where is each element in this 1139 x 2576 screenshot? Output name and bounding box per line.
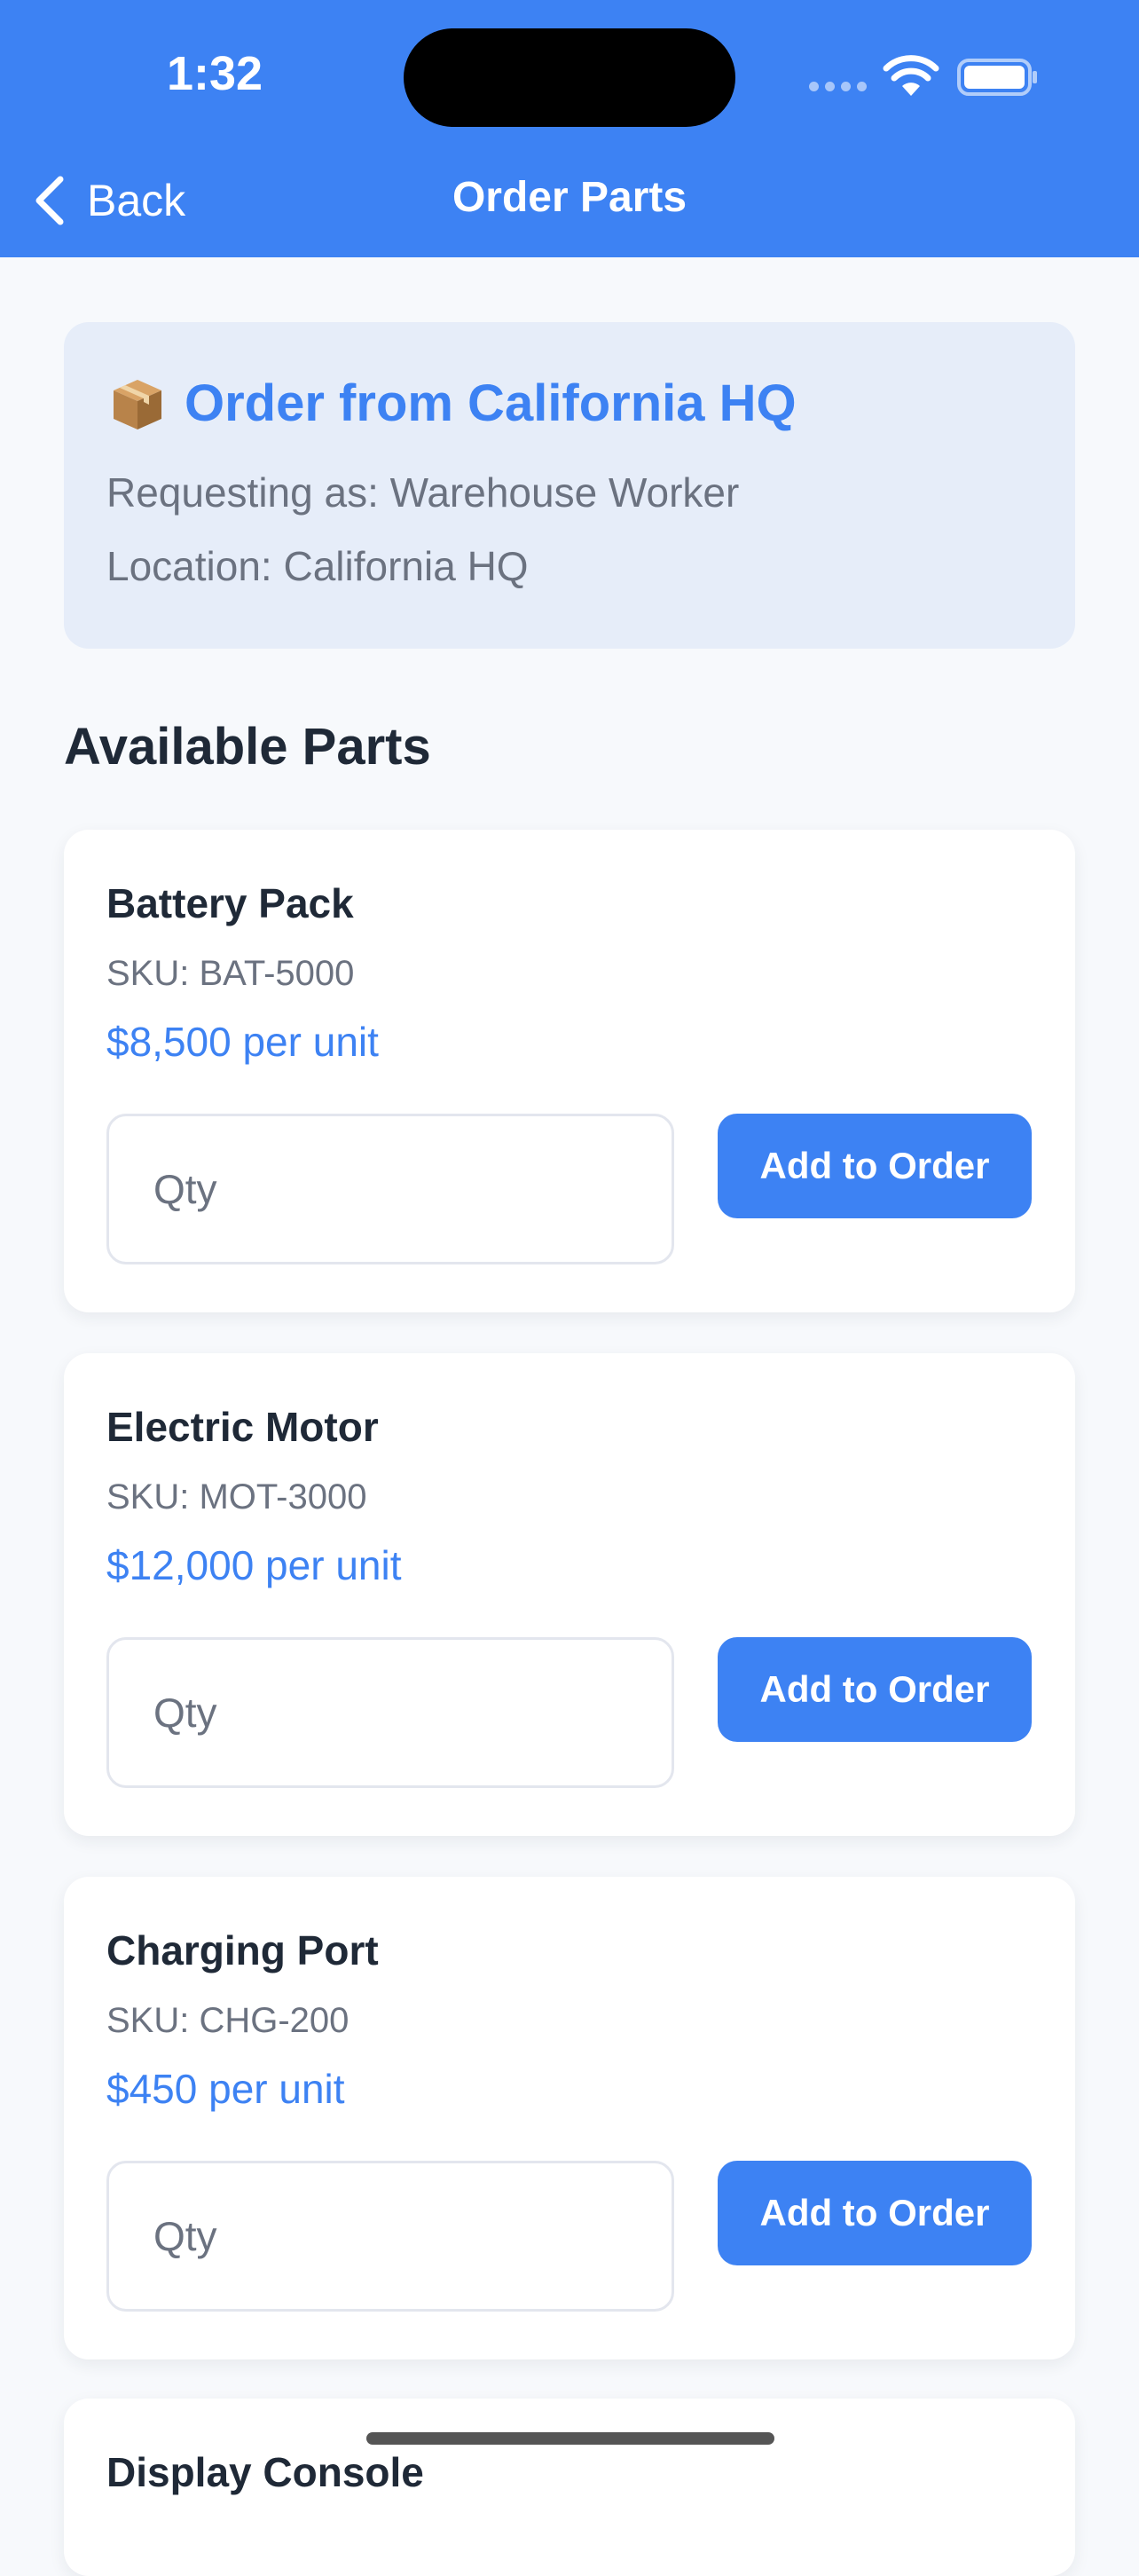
section-title: Available Parts bbox=[64, 718, 431, 776]
part-name: Battery Pack bbox=[106, 880, 354, 926]
part-name: Charging Port bbox=[106, 1927, 379, 1973]
qty-input[interactable] bbox=[106, 2161, 674, 2312]
part-card-battery-pack: Battery Pack SKU: BAT-5000 $8,500 per un… bbox=[64, 830, 1075, 1312]
dynamic-island bbox=[404, 28, 735, 127]
part-name: Display Console bbox=[106, 2449, 424, 2495]
part-price: $450 per unit bbox=[106, 2066, 345, 2112]
cellular-signal-icon bbox=[809, 82, 868, 92]
location-text: Location: California HQ bbox=[106, 543, 529, 589]
add-to-order-button[interactable]: Add to Order bbox=[718, 1637, 1032, 1742]
part-name: Electric Motor bbox=[106, 1404, 379, 1450]
qty-input[interactable] bbox=[106, 1114, 674, 1264]
part-card-electric-motor: Electric Motor SKU: MOT-3000 $12,000 per… bbox=[64, 1353, 1075, 1836]
part-card-charging-port: Charging Port SKU: CHG-200 $450 per unit… bbox=[64, 1877, 1075, 2359]
info-title: Order from California HQ bbox=[185, 374, 797, 432]
wifi-icon bbox=[883, 55, 939, 96]
part-price: $12,000 per unit bbox=[106, 1542, 402, 1588]
add-to-order-button[interactable]: Add to Order bbox=[718, 1114, 1032, 1218]
home-indicator[interactable] bbox=[366, 2432, 774, 2445]
order-info-card: Order from California HQ Requesting as: … bbox=[64, 322, 1075, 649]
requesting-as-text: Requesting as: Warehouse Worker bbox=[106, 469, 740, 516]
part-sku: SKU: BAT-5000 bbox=[106, 954, 355, 993]
qty-input[interactable] bbox=[106, 1637, 674, 1788]
part-price: $8,500 per unit bbox=[106, 1019, 379, 1065]
status-time: 1:32 bbox=[167, 47, 263, 100]
part-sku: SKU: MOT-3000 bbox=[106, 1477, 367, 1516]
package-icon bbox=[114, 379, 161, 429]
battery-icon bbox=[957, 59, 1037, 96]
part-card-display-console: Display Console bbox=[64, 2399, 1075, 2576]
add-to-order-button[interactable]: Add to Order bbox=[718, 2161, 1032, 2265]
nav-bar: 1:32 Back Order Parts bbox=[0, 0, 1139, 257]
page-title: Order Parts bbox=[452, 174, 687, 221]
part-sku: SKU: CHG-200 bbox=[106, 2001, 350, 2040]
